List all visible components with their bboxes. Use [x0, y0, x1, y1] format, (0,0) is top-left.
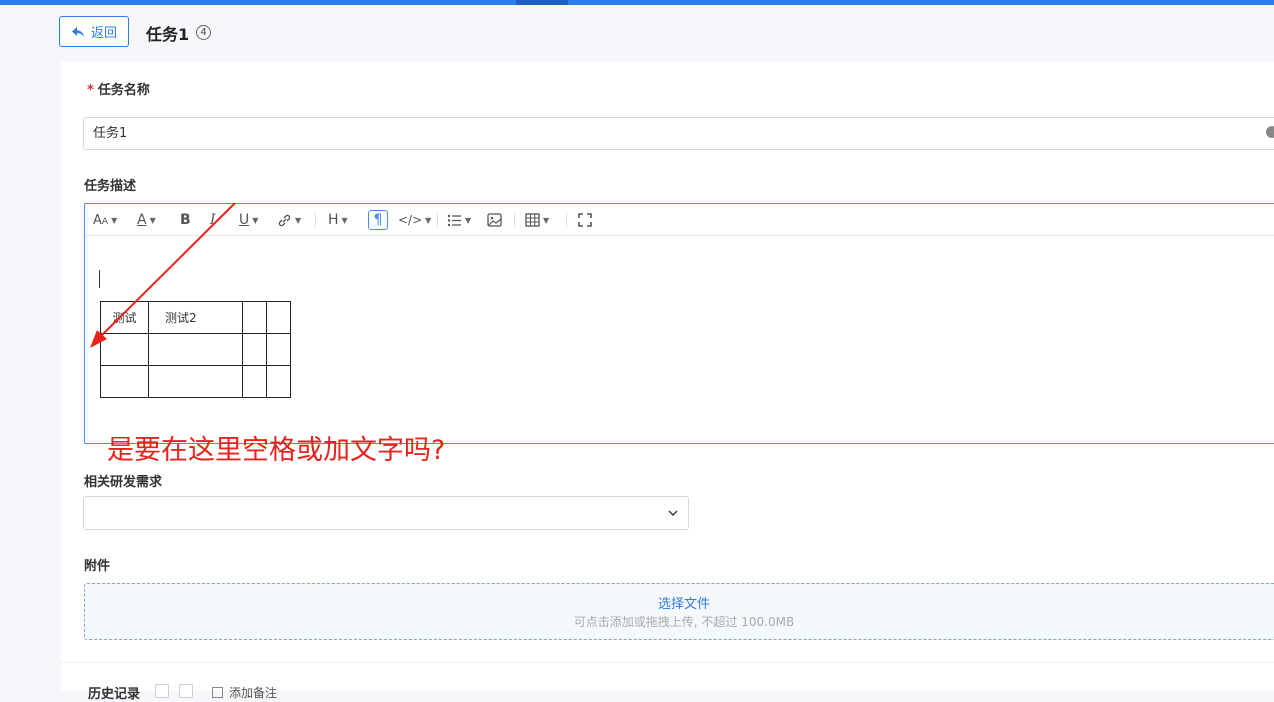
- top-accent-bar: [0, 0, 1274, 5]
- paragraph-button[interactable]: ¶: [368, 210, 388, 230]
- back-button-label: 返回: [90, 26, 117, 41]
- toolbar-divider: [437, 213, 438, 227]
- annotation-text: 是要在这里空格或加文字吗?: [107, 435, 446, 466]
- link-icon: [278, 214, 291, 226]
- rich-text-editor[interactable]: AA ▼ A ▼ B I U ▼ ▼ H ▼ ¶ </> ▼ ▼ ▼ 测试 测试…: [84, 203, 1274, 444]
- fullscreen-icon: [578, 213, 592, 227]
- upload-hint: 可点击添加或拖拽上传, 不超过 100.0MB: [573, 615, 795, 629]
- font-color-icon: A: [137, 212, 147, 228]
- choose-file-link[interactable]: 选择文件: [85, 593, 1274, 612]
- sort-up-button[interactable]: [155, 684, 169, 698]
- related-req-label: 相关研发需求: [84, 475, 163, 490]
- bold-icon: B: [180, 212, 191, 228]
- table-cell[interactable]: [266, 301, 291, 334]
- font-color-button[interactable]: A ▼: [137, 210, 156, 230]
- chevron-down-icon: ▼: [425, 215, 432, 225]
- palette-icon[interactable]: [1266, 126, 1274, 138]
- table-cell[interactable]: [100, 365, 149, 398]
- table-cell[interactable]: [242, 333, 267, 366]
- link-button[interactable]: ▼: [277, 210, 301, 230]
- toolbar-divider: [566, 213, 567, 227]
- heading-button[interactable]: H ▼: [328, 210, 348, 230]
- font-size-icon: AA: [93, 212, 109, 228]
- required-mark: *: [87, 83, 94, 98]
- sort-down-button[interactable]: [179, 684, 193, 698]
- related-req-select[interactable]: [83, 496, 689, 530]
- table-cell[interactable]: [148, 333, 243, 366]
- text-cursor: [99, 270, 100, 288]
- list-button[interactable]: ▼: [447, 210, 471, 230]
- pilcrow-icon: ¶: [373, 212, 383, 228]
- fullscreen-button[interactable]: [578, 210, 592, 230]
- italic-button[interactable]: I: [210, 210, 216, 230]
- title-count-badge: 4: [196, 25, 211, 40]
- underline-icon: U: [239, 212, 250, 228]
- table-cell[interactable]: [266, 333, 291, 366]
- underline-button[interactable]: U ▼: [239, 210, 258, 230]
- heading-icon: H: [328, 212, 339, 228]
- task-name-input[interactable]: 任务1: [83, 117, 1274, 150]
- section-divider: [61, 662, 1274, 663]
- task-name-label: * 任务名称: [87, 79, 150, 98]
- table-row: 测试 测试2: [100, 301, 291, 334]
- toolbar-divider: [315, 213, 316, 227]
- font-size-button[interactable]: AA ▼: [93, 210, 117, 230]
- task-name-label-text: 任务名称: [97, 83, 150, 98]
- table-row: [100, 365, 291, 398]
- page-title: 任务1: [146, 25, 190, 44]
- table-cell[interactable]: [100, 333, 149, 366]
- history-label: 历史记录: [88, 687, 141, 702]
- image-icon: [487, 213, 502, 227]
- note-icon: [212, 687, 223, 698]
- chevron-down-icon: ▼: [543, 215, 550, 225]
- bullet-list-icon: [447, 214, 461, 226]
- editor-toolbar: AA ▼ A ▼ B I U ▼ ▼ H ▼ ¶ </> ▼ ▼ ▼: [85, 204, 1274, 236]
- add-note-button[interactable]: 添加备注: [212, 684, 277, 701]
- italic-icon: I: [210, 212, 216, 228]
- chevron-down-icon: ▼: [111, 215, 118, 225]
- table-icon: [525, 213, 540, 227]
- attachment-label: 附件: [84, 559, 111, 574]
- table-row: [100, 333, 291, 366]
- active-tab-indicator: [516, 0, 568, 5]
- file-dropzone[interactable]: 选择文件 可点击添加或拖拽上传, 不超过 100.0MB: [84, 583, 1274, 640]
- table-cell[interactable]: [242, 365, 267, 398]
- chevron-down-icon: ▼: [149, 215, 156, 225]
- code-icon: </>: [398, 213, 423, 227]
- back-button[interactable]: 返回: [59, 16, 129, 47]
- table-cell[interactable]: [148, 365, 243, 398]
- task-desc-label: 任务描述: [84, 179, 137, 194]
- chevron-down-icon: [668, 510, 678, 516]
- table-cell[interactable]: [266, 365, 291, 398]
- chevron-down-icon: ▼: [295, 215, 302, 225]
- back-arrow-icon: [71, 26, 84, 37]
- image-button[interactable]: [487, 210, 502, 230]
- chevron-down-icon: ▼: [252, 215, 259, 225]
- table-button[interactable]: ▼: [525, 210, 549, 230]
- editor-table[interactable]: 测试 测试2: [100, 301, 291, 398]
- table-cell[interactable]: 测试: [100, 301, 149, 334]
- bold-button[interactable]: B: [180, 210, 191, 230]
- toolbar-divider: [514, 213, 515, 227]
- chevron-down-icon: ▼: [465, 215, 472, 225]
- add-note-label: 添加备注: [229, 686, 278, 700]
- code-button[interactable]: </> ▼: [398, 210, 431, 230]
- table-cell[interactable]: [242, 301, 267, 334]
- chevron-down-icon: ▼: [341, 215, 348, 225]
- table-cell[interactable]: 测试2: [148, 301, 243, 334]
